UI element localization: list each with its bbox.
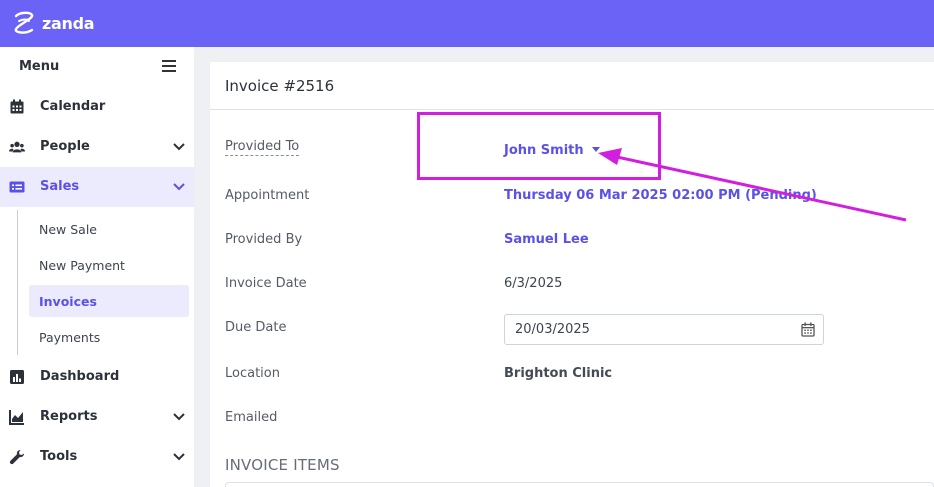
sidebar-item-label: Reports [40,409,98,424]
due-date-value: 20/03/2025 [515,322,590,337]
due-date-field[interactable]: 20/03/2025 [504,314,824,345]
sales-icon [9,181,25,193]
calendar-icon[interactable] [801,322,815,337]
invoice-date-label: Invoice Date [225,276,307,291]
sidebar-item-label: Dashboard [40,369,120,384]
sidebar-item-sales[interactable]: Sales [0,167,194,207]
calendar-icon [10,99,24,114]
annotation-highlight-box [417,112,661,180]
brand-name: zanda [42,13,95,33]
sidebar-item-reports[interactable]: Reports [0,397,194,437]
sidebar-item-calendar[interactable]: Calendar [0,87,194,127]
sidebar-subitem-new-payment[interactable]: New Payment [29,249,189,281]
sidebar-subitem-label: Payments [39,330,101,345]
sidebar-item-label: People [40,139,90,154]
sidebar-subitem-label: Invoices [39,294,97,309]
card-divider [210,109,934,110]
sidebar-item-dashboard[interactable]: Dashboard [0,357,194,397]
provided-by-label: Provided By [225,232,303,247]
chevron-down-icon [173,183,185,191]
sidebar-subitem-invoices[interactable]: Invoices [29,285,189,317]
chevron-down-icon [173,143,185,151]
sidebar-subitem-payments[interactable]: Payments [29,321,189,353]
wrench-icon [9,450,24,465]
provided-by-link[interactable]: Samuel Lee [504,232,589,247]
hamburger-icon[interactable] [162,60,176,73]
people-icon [9,141,25,153]
sidebar-subitem-label: New Payment [39,258,125,273]
sidebar-subitem-label: New Sale [39,222,97,237]
invoice-items-table [225,482,934,487]
menu-title: Menu [19,59,60,74]
appointment-label: Appointment [225,188,310,203]
location-value: Brighton Clinic [504,366,613,381]
invoice-date-value: 6/3/2025 [504,276,563,291]
location-label: Location [225,366,280,381]
sidebar-subitem-new-sale[interactable]: New Sale [29,213,189,245]
zanda-logo[interactable]: zanda [10,9,95,37]
sidebar-item-tools[interactable]: Tools [0,437,194,477]
top-bar: zanda [0,0,934,47]
menu-header: Menu [0,47,194,87]
sidebar: Menu Calendar People Sales New Sale New … [0,47,194,487]
sidebar-item-label: Tools [40,449,78,464]
sidebar-item-label: Calendar [40,99,106,114]
invoice-title: Invoice #2516 [225,77,335,95]
sidebar-item-people[interactable]: People [0,127,194,167]
dashboard-icon [10,370,24,384]
emailed-label: Emailed [225,410,278,425]
chevron-down-icon [173,413,185,421]
provided-to-label[interactable]: Provided To [225,139,300,156]
subnav-guide-line [17,210,18,355]
due-date-label: Due Date [225,320,287,335]
appointment-link[interactable]: Thursday 06 Mar 2025 02:00 PM (Pending) [504,188,817,203]
invoice-items-heading: INVOICE ITEMS [225,456,340,474]
zanda-logo-icon [14,11,34,34]
sidebar-item-label: Sales [40,179,80,194]
chevron-down-icon [173,453,185,461]
reports-icon [9,410,24,425]
